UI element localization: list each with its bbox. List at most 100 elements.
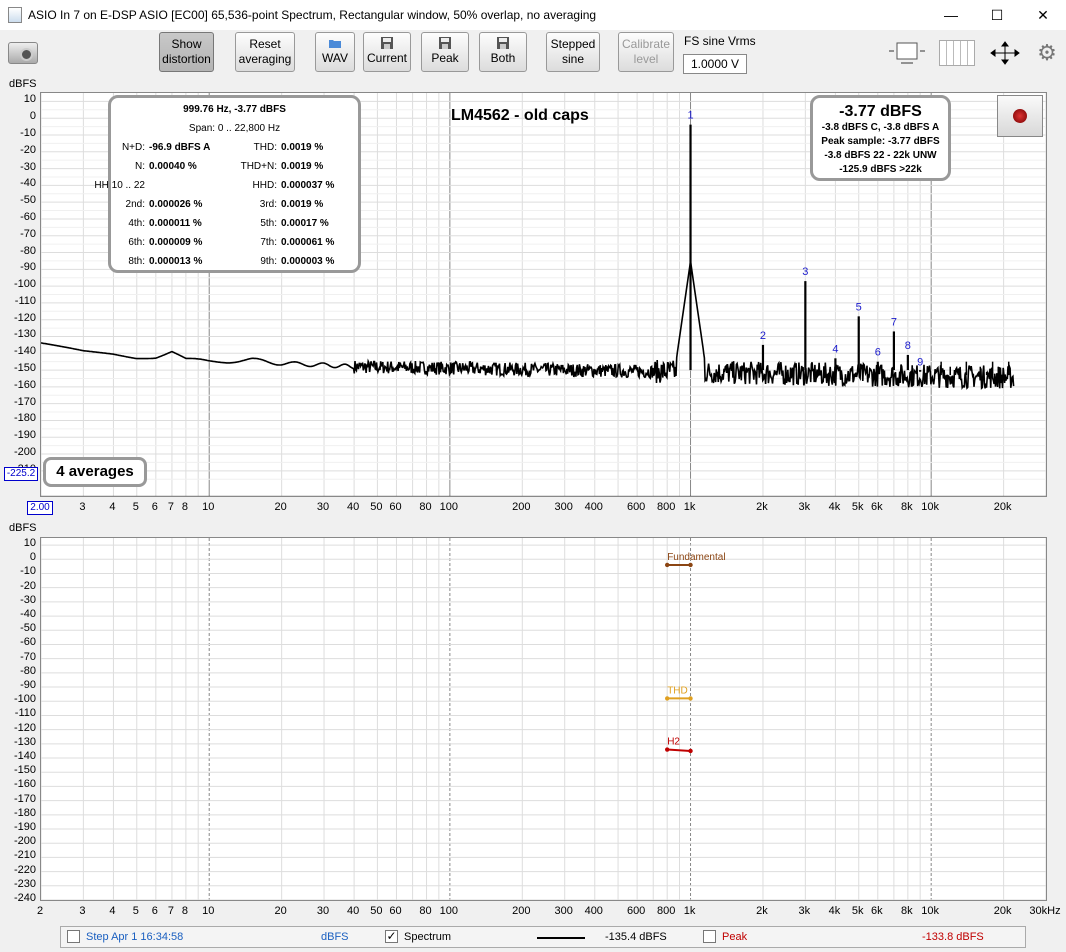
y-tick-label: -140 xyxy=(13,345,36,358)
pan-icon[interactable] xyxy=(987,40,1023,66)
x-tick-label: 6 xyxy=(151,905,158,917)
stat-value: -96.9 dBFS A xyxy=(149,142,211,153)
fs-sine-input[interactable]: 1.0000 V xyxy=(683,54,747,74)
stat-key: HHD: xyxy=(252,180,277,191)
x-tick-label: 80 xyxy=(419,501,432,513)
y-tick-label: -130 xyxy=(13,735,36,748)
stat-value: 0.00040 % xyxy=(149,161,197,172)
stat-key: 7th: xyxy=(260,237,277,248)
save-icon xyxy=(439,37,451,49)
spectrum-line-swatch xyxy=(537,937,585,939)
grid-icon[interactable] xyxy=(939,40,975,66)
x-tick-label: 30 xyxy=(316,905,330,917)
x-tick-label: 3 xyxy=(79,905,86,917)
x-tick-label: 10 xyxy=(202,501,215,513)
x-tick-label: 2k xyxy=(756,905,768,917)
y-tick-label: -230 xyxy=(13,877,36,890)
stat-key: 3rd: xyxy=(259,199,277,210)
x-tick-label: 1k xyxy=(683,905,696,917)
distortion-trace-label: THD xyxy=(667,685,688,696)
stat-key: N: xyxy=(135,161,145,172)
legend-timestamp[interactable]: Step Apr 1 16:34:58 xyxy=(86,931,183,943)
legend-bar: Step Apr 1 16:34:58 dBFS ✓ Spectrum -135… xyxy=(60,926,1026,948)
fs-sine-label: FS sine Vrms xyxy=(684,34,756,48)
y-tick-label: 10 xyxy=(23,537,36,550)
distortion-trace xyxy=(667,748,691,752)
y-tick-label: -160 xyxy=(13,778,36,791)
stat-key: 4th: xyxy=(128,218,145,229)
stat-value: 0.000037 % xyxy=(281,180,335,191)
x-tick-label: 5 xyxy=(132,905,139,917)
harmonic-label: 4 xyxy=(832,343,838,355)
save-current-button[interactable]: Current xyxy=(363,32,411,72)
spectrum-checkbox[interactable]: ✓ xyxy=(385,930,398,943)
stepped-sine-label-1: Stepped xyxy=(550,37,596,51)
harmonic-label: 5 xyxy=(856,301,862,313)
distortion-trace-label: Fundamental xyxy=(667,552,725,563)
harmonic-label: 1 xyxy=(687,110,693,122)
minimize-button[interactable]: — xyxy=(928,0,974,30)
reset-averaging-button[interactable]: Reset averaging xyxy=(235,32,295,72)
x-start-readout[interactable]: 2.00 xyxy=(27,501,53,515)
close-button[interactable]: ✕ xyxy=(1020,0,1066,30)
y-tick-label: -180 xyxy=(13,806,36,819)
x-tick-label: 30 xyxy=(316,501,330,513)
both-label: Both xyxy=(490,51,516,65)
stats-span: Span: 0 .. 22,800 Hz xyxy=(188,123,281,134)
save-peak-button[interactable]: Peak xyxy=(421,32,469,72)
x-tick-label: 40 xyxy=(346,905,360,917)
x-tick-label: 60 xyxy=(389,905,402,917)
x-tick-label: 100 xyxy=(439,905,459,917)
timestamp-checkbox[interactable] xyxy=(67,930,80,943)
stat-value: 0.000011 % xyxy=(149,218,202,229)
stat-value: 0.000003 % xyxy=(281,256,335,267)
x-tick-label: 50 xyxy=(370,501,383,513)
distortion-point xyxy=(665,562,670,568)
y-tick-label: -240 xyxy=(13,892,36,904)
peak-label: Peak xyxy=(431,51,459,65)
title-bar: ASIO In 7 on E-DSP ASIO [EC00] 65,536-po… xyxy=(0,0,1066,30)
x-tick-label: 300 xyxy=(554,905,573,917)
stepped-sine-button[interactable]: Stepped sine xyxy=(546,32,600,72)
x-tick-label: 80 xyxy=(419,905,432,917)
record-button[interactable] xyxy=(997,95,1043,137)
x-tick-label: 4k xyxy=(828,905,841,917)
distortion-y-unit: dBFS xyxy=(9,522,37,534)
spectrum-y-unit: dBFS xyxy=(9,78,37,90)
show-distortion-button[interactable]: Show distortion xyxy=(159,32,214,72)
stat-key: THD: xyxy=(253,142,277,153)
calibrate-level-button[interactable]: Calibrate level xyxy=(618,32,674,72)
camera-icon[interactable] xyxy=(8,42,38,64)
level-main: -3.77 dBFS xyxy=(839,103,922,120)
spectrum-trace xyxy=(41,260,1015,391)
y-tick-label: -70 xyxy=(20,650,36,663)
y-tick-label: -40 xyxy=(20,608,36,621)
gear-icon[interactable]: ⚙ xyxy=(1034,40,1060,66)
x-tick-label: 5 xyxy=(132,501,139,513)
peak-checkbox[interactable] xyxy=(703,930,716,943)
show-distortion-label-1: Show xyxy=(171,37,202,51)
reset-averaging-label-1: Reset xyxy=(249,37,281,51)
cursor-level-readout[interactable]: -225.2 xyxy=(4,467,38,481)
layout-icon[interactable] xyxy=(887,40,927,66)
distortion-plot[interactable]: Fundamental THD H2 xyxy=(40,537,1047,901)
harmonic-label: 2 xyxy=(760,330,766,342)
x-tick-label: 7 xyxy=(167,905,174,917)
distortion-stats-panel: 999.76 Hz, -3.77 dBFS Span: 0 .. 22,800 … xyxy=(94,95,361,273)
save-both-button[interactable]: Both xyxy=(479,32,527,72)
distortion-point xyxy=(688,748,693,754)
x-tick-label: 5k xyxy=(851,905,864,917)
y-tick-label: -80 xyxy=(20,244,36,257)
x-tick-label: 8 xyxy=(181,501,188,513)
stat-value: 0.000009 % xyxy=(149,237,203,248)
y-tick-label: -190 xyxy=(13,429,36,442)
maximize-button[interactable]: ☐ xyxy=(974,0,1020,30)
y-tick-label: -210 xyxy=(13,849,36,862)
stat-value: 0.000013 % xyxy=(149,256,203,267)
calibrate-level-label-1: Calibrate xyxy=(621,37,671,51)
wav-button[interactable]: WAV xyxy=(315,32,355,72)
y-tick-label: -100 xyxy=(13,693,36,706)
current-label: Current xyxy=(366,51,407,65)
stat-value: 0.0019 % xyxy=(281,199,324,210)
x-tick-label: 4 xyxy=(109,905,116,917)
